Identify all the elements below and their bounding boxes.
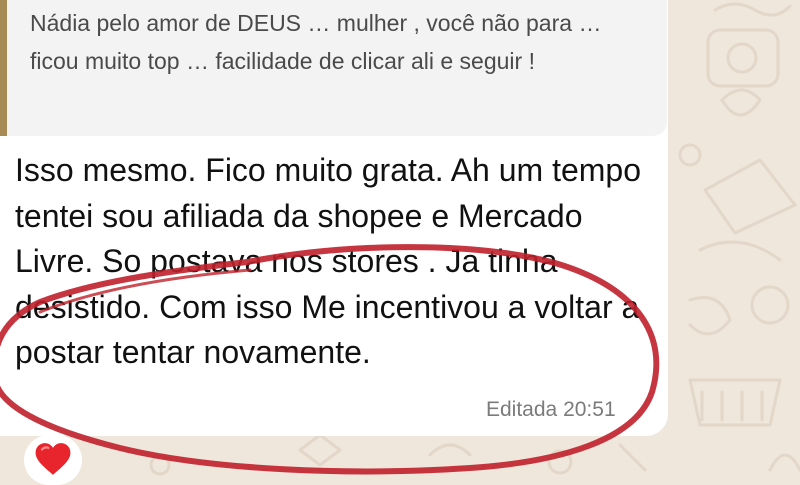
red-heart-icon: [35, 443, 71, 475]
reaction-badge[interactable]: [24, 435, 82, 485]
wallpaper-doodle-icon: [547, 449, 573, 475]
wallpaper-doodle-icon: [149, 454, 171, 476]
message-meta: Editada 20:51: [486, 398, 616, 422]
wallpaper-doodle-icon: [678, 143, 702, 167]
wallpaper-doodle-icon: [713, 2, 792, 17]
wallpaper-doodle-icon: [618, 443, 647, 472]
wallpaper-doodle-icon: [703, 158, 797, 235]
message-text: Isso mesmo. Fico muito grata. Ah um temp…: [15, 152, 642, 370]
quote-accent-bar: [0, 0, 7, 136]
edited-label: Editada: [486, 398, 558, 421]
wallpaper-doodle-icon: [726, 42, 758, 74]
quoted-reply[interactable]: Nádia pelo amor de DEUS … mulher , você …: [0, 0, 667, 136]
wallpaper-doodle-icon: [706, 28, 780, 88]
quoted-message-text: Nádia pelo amor de DEUS … mulher , você …: [30, 10, 602, 74]
wallpaper-doodle-icon: [720, 88, 762, 117]
wallpaper-doodle-icon: [768, 453, 800, 472]
message-time: 20:51: [563, 398, 616, 421]
wallpaper-doodle-icon: [750, 285, 790, 325]
wallpaper-doodle-icon: [428, 443, 472, 457]
wallpaper-doodle-icon: [298, 433, 342, 467]
wallpaper-doodle-icon: [698, 240, 782, 262]
wallpaper-doodle-icon: [700, 390, 764, 422]
wallpaper-doodle-icon: [688, 296, 732, 336]
